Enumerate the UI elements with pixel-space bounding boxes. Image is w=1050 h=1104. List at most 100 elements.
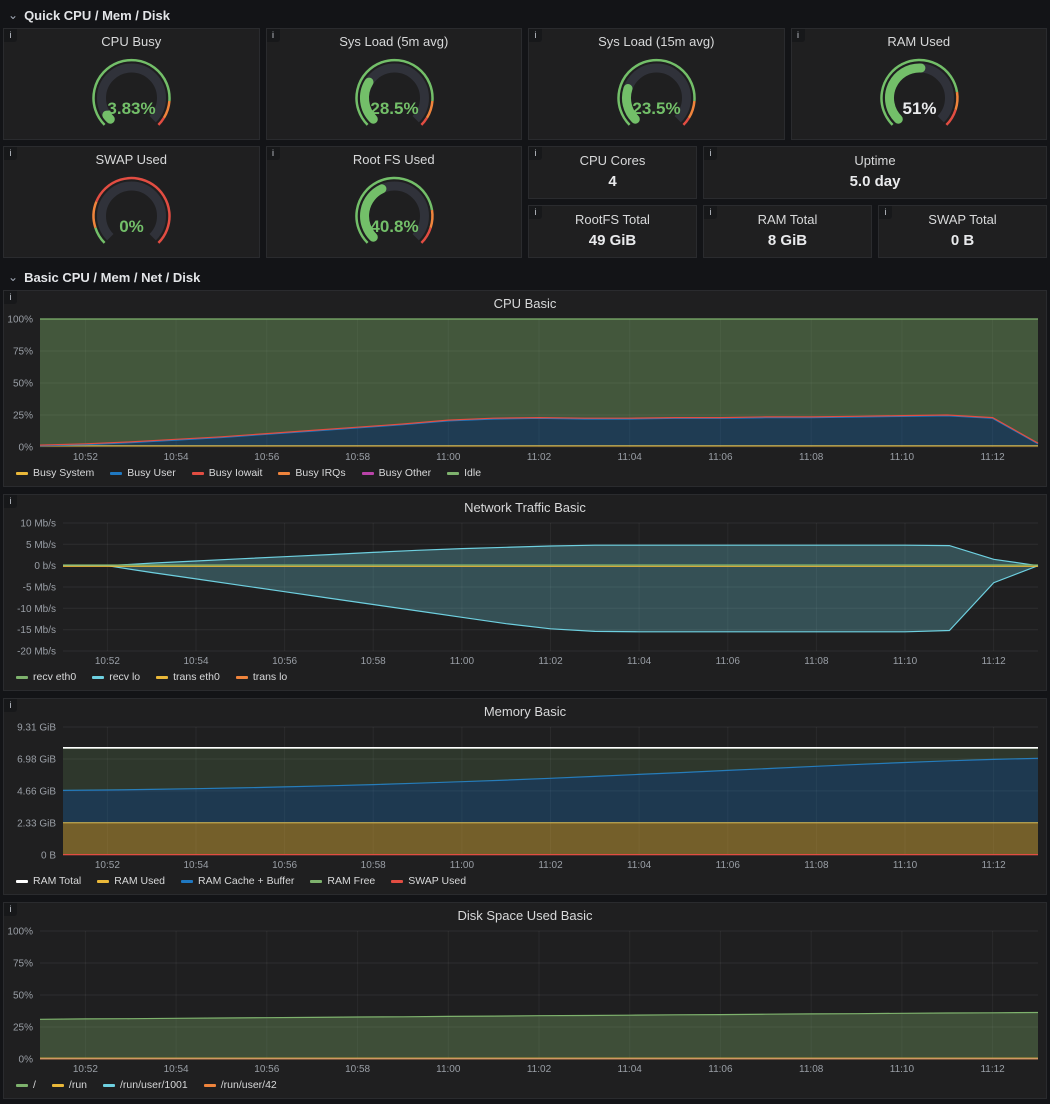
svg-text:11:10: 11:10 xyxy=(893,860,918,871)
svg-text:0 B: 0 B xyxy=(41,851,56,862)
section-header-basic[interactable]: ⌄ Basic CPU / Mem / Net / Disk xyxy=(0,264,1050,290)
panel-title-swap-used[interactable]: SWAP Used xyxy=(4,147,259,169)
gauge-svg: 40.8% xyxy=(267,169,522,255)
grafana-dashboard: ⌄ Quick CPU / Mem / Disk i CPU Busy 3.83… xyxy=(0,0,1050,1099)
panel-title-cpu-basic[interactable]: CPU Basic xyxy=(4,291,1046,313)
svg-text:11:10: 11:10 xyxy=(893,656,918,667)
legend-item-recv-lo[interactable]: recv lo xyxy=(92,671,140,683)
panel-title-memory-basic[interactable]: Memory Basic xyxy=(4,699,1046,721)
panel-info-icon[interactable]: i xyxy=(529,29,542,42)
svg-text:10:56: 10:56 xyxy=(254,1064,279,1075)
panel-root-fs-used: i Root FS Used 40.8% xyxy=(266,146,523,258)
chart-cpu-basic[interactable]: 10:5210:5410:5610:5811:0011:0211:0411:06… xyxy=(4,313,1046,463)
legend-item-busy-other[interactable]: Busy Other xyxy=(362,467,432,479)
panel-title-uptime[interactable]: Uptime xyxy=(704,147,1046,171)
panel-info-icon[interactable]: i xyxy=(792,29,805,42)
svg-text:10:52: 10:52 xyxy=(95,860,120,871)
legend-item-ram-used[interactable]: RAM Used xyxy=(97,875,165,887)
legend-item-ram-total[interactable]: RAM Total xyxy=(16,875,81,887)
panel-rootfs-total: i RootFS Total 49 GiB xyxy=(528,205,697,258)
legend-item--run-user-1001[interactable]: /run/user/1001 xyxy=(103,1079,188,1091)
panel-info-icon[interactable]: i xyxy=(4,495,17,508)
svg-text:11:04: 11:04 xyxy=(627,860,652,871)
panel-title-disk-space-used-basic[interactable]: Disk Space Used Basic xyxy=(4,903,1046,925)
svg-text:6.98 GiB: 6.98 GiB xyxy=(17,755,56,766)
panel-title-rootfs-total[interactable]: RootFS Total xyxy=(529,206,696,230)
panel-uptime: i Uptime 5.0 day xyxy=(703,146,1047,199)
legend-label: RAM Free xyxy=(327,875,375,887)
panel-info-icon[interactable]: i xyxy=(267,147,280,160)
panel-title-cpu-busy[interactable]: CPU Busy xyxy=(4,29,259,51)
legend-swatch xyxy=(278,472,290,475)
chart-network-traffic-basic[interactable]: 10:5210:5410:5610:5811:0011:0211:0411:06… xyxy=(4,517,1046,667)
legend-item-swap-used[interactable]: SWAP Used xyxy=(391,875,466,887)
svg-text:11:04: 11:04 xyxy=(627,656,652,667)
panel-info-icon[interactable]: i xyxy=(4,147,17,160)
panel-info-icon[interactable]: i xyxy=(4,903,17,916)
panel-info-icon[interactable]: i xyxy=(529,147,542,160)
panel-title-network-traffic-basic[interactable]: Network Traffic Basic xyxy=(4,495,1046,517)
svg-text:11:12: 11:12 xyxy=(981,656,1006,667)
legend-item--[interactable]: / xyxy=(16,1079,36,1091)
gauge-row: i CPU Busy 3.83% i Sys Load (5m avg) 28.… xyxy=(0,28,1050,140)
svg-text:11:12: 11:12 xyxy=(980,452,1005,463)
legend-swatch xyxy=(391,880,403,883)
panel-info-icon[interactable]: i xyxy=(879,206,892,219)
gauge-svg: 3.83% xyxy=(4,51,259,137)
legend-item-busy-user[interactable]: Busy User xyxy=(110,467,175,479)
panel-info-icon[interactable]: i xyxy=(704,206,717,219)
collapse-chevron-icon: ⌄ xyxy=(8,10,18,20)
svg-text:10:52: 10:52 xyxy=(95,656,120,667)
panel-info-icon[interactable]: i xyxy=(704,147,717,160)
legend-item-trans-lo[interactable]: trans lo xyxy=(236,671,287,683)
legend-item-trans-eth0[interactable]: trans eth0 xyxy=(156,671,220,683)
legend-item-recv-eth0[interactable]: recv eth0 xyxy=(16,671,76,683)
panel-info-icon[interactable]: i xyxy=(4,699,17,712)
legend-item-busy-iowait[interactable]: Busy Iowait xyxy=(192,467,263,479)
panel-swap-used: i SWAP Used 0% xyxy=(3,146,260,258)
svg-text:11:00: 11:00 xyxy=(450,656,475,667)
section-header-quick[interactable]: ⌄ Quick CPU / Mem / Disk xyxy=(0,2,1050,28)
legend-disk-space-used-basic: / /run/run/user/1001/run/user/42 xyxy=(4,1075,1046,1095)
stat-value-uptime: 5.0 day xyxy=(704,173,1046,190)
legend-item-busy-system[interactable]: Busy System xyxy=(16,467,94,479)
svg-text:100%: 100% xyxy=(7,315,33,326)
legend-swatch xyxy=(97,880,109,883)
panel-title-cpu-cores[interactable]: CPU Cores xyxy=(529,147,696,171)
panel-title-swap-total[interactable]: SWAP Total xyxy=(879,206,1046,230)
chart-disk-space-used-basic[interactable]: 10:5210:5410:5610:5811:0011:0211:0411:06… xyxy=(4,925,1046,1075)
legend-item--run-user-42[interactable]: /run/user/42 xyxy=(204,1079,277,1091)
legend-item-ram-cache-buffer[interactable]: RAM Cache + Buffer xyxy=(181,875,294,887)
panel-info-icon[interactable]: i xyxy=(4,29,17,42)
svg-text:10 Mb/s: 10 Mb/s xyxy=(20,519,56,530)
chart-svg: 10:5210:5410:5610:5811:0011:0211:0411:06… xyxy=(4,313,1046,463)
svg-text:11:10: 11:10 xyxy=(890,1064,915,1075)
legend-item-idle[interactable]: Idle xyxy=(447,467,481,479)
legend-label: /run xyxy=(69,1079,87,1091)
legend-item-busy-irqs[interactable]: Busy IRQs xyxy=(278,467,345,479)
panel-title-root-fs-used[interactable]: Root FS Used xyxy=(267,147,522,169)
legend-label: /run/user/42 xyxy=(221,1079,277,1091)
collapse-chevron-icon: ⌄ xyxy=(8,272,18,282)
svg-text:9.31 GiB: 9.31 GiB xyxy=(17,723,56,734)
svg-text:3.83%: 3.83% xyxy=(107,99,155,118)
legend-item-ram-free[interactable]: RAM Free xyxy=(310,875,375,887)
panel-memory-basic: i Memory Basic 10:5210:5410:5610:5811:00… xyxy=(3,698,1047,895)
gauge-root-fs-used: 40.8% xyxy=(267,169,522,255)
legend-item--run[interactable]: /run xyxy=(52,1079,87,1091)
svg-text:11:06: 11:06 xyxy=(716,656,741,667)
legend-label: Busy Other xyxy=(379,467,432,479)
panel-title-sys-load-15m[interactable]: Sys Load (15m avg) xyxy=(529,29,784,51)
panel-info-icon[interactable]: i xyxy=(267,29,280,42)
gauge-sys-load-15m: 23.5% xyxy=(529,51,784,137)
panel-title-ram-total[interactable]: RAM Total xyxy=(704,206,871,230)
panel-title-sys-load-5m[interactable]: Sys Load (5m avg) xyxy=(267,29,522,51)
section-title-basic: Basic CPU / Mem / Net / Disk xyxy=(24,270,200,285)
svg-text:11:06: 11:06 xyxy=(708,1064,733,1075)
panel-info-icon[interactable]: i xyxy=(4,291,17,304)
chart-memory-basic[interactable]: 10:5210:5410:5610:5811:0011:0211:0411:06… xyxy=(4,721,1046,871)
panel-title-ram-used[interactable]: RAM Used xyxy=(792,29,1047,51)
svg-text:10:54: 10:54 xyxy=(183,860,208,871)
svg-text:10:54: 10:54 xyxy=(164,452,189,463)
panel-info-icon[interactable]: i xyxy=(529,206,542,219)
